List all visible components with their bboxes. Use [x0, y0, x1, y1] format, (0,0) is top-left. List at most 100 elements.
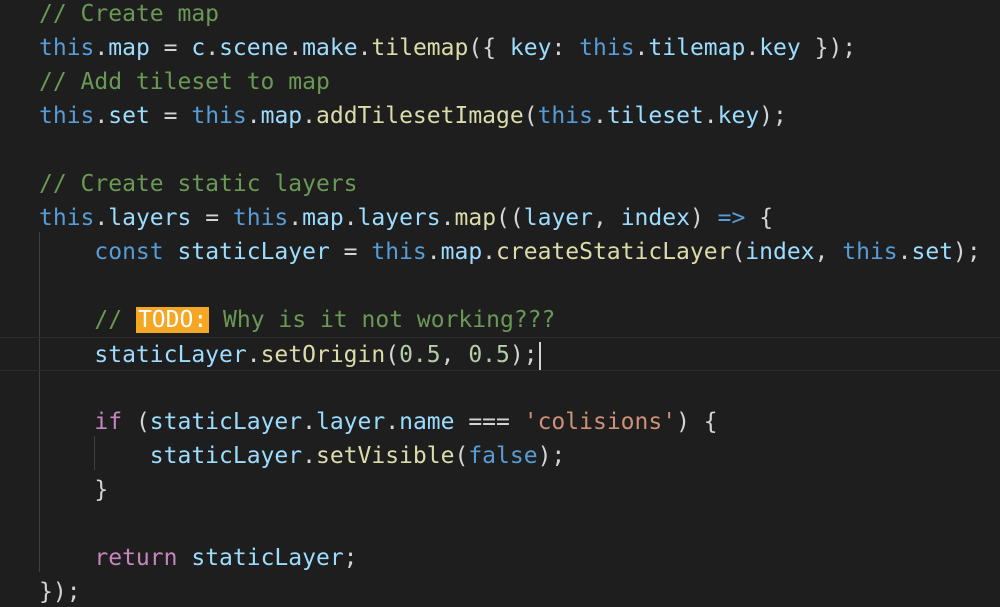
code-line[interactable]: if (staticLayer.layer.name === 'colision… [0, 405, 1000, 439]
code-token: staticLayer [94, 342, 247, 368]
code-token: staticLayer [177, 239, 330, 265]
code-token: Why is it not working??? [209, 307, 556, 333]
code-token: . [357, 35, 372, 61]
code-token: . [246, 342, 261, 368]
code-line[interactable]: // Add tileset to map [0, 65, 1000, 99]
code-token: , [814, 239, 843, 265]
code-token: . [745, 35, 760, 61]
code-token: scene [219, 35, 289, 61]
code-line[interactable]: this.map = c.scene.make.tilemap({ key: t… [0, 31, 1000, 65]
code-token: . [897, 239, 912, 265]
code-token: addTilesetImage [316, 103, 524, 129]
code-token: name [399, 409, 455, 435]
code-line[interactable]: return staticLayer; [0, 541, 1000, 575]
code-token: layer [523, 205, 593, 231]
code-token: this [537, 103, 593, 129]
code-token: setVisible [315, 443, 455, 469]
code-token: set [108, 103, 150, 129]
code-token: . [343, 205, 358, 231]
code-line[interactable] [0, 133, 1000, 167]
code-line[interactable]: // TODO: Why is it not working??? [0, 303, 1000, 337]
code-token: // [39, 307, 136, 333]
code-token: this [232, 205, 289, 231]
text-cursor [538, 341, 541, 370]
code-token: index [745, 239, 815, 265]
code-token: ); [509, 342, 538, 368]
code-line[interactable]: this.layers = this.map.layers.map((layer… [0, 201, 1000, 235]
code-token: . [246, 103, 261, 129]
code-token: . [426, 239, 441, 265]
code-token: , [440, 342, 469, 368]
code-token: index [620, 205, 690, 231]
code-token: this [39, 103, 95, 129]
code-token: . [482, 239, 497, 265]
code-token: . [385, 409, 400, 435]
code-token: make [302, 35, 358, 61]
code-line[interactable]: staticLayer.setOrigin(0.5, 0.5); [0, 337, 1000, 371]
code-line[interactable]: // Create map [0, 0, 1000, 31]
code-token: === [454, 409, 524, 435]
code-token: tilemap [648, 35, 746, 61]
code-line[interactable] [0, 507, 1000, 541]
code-token: . [634, 35, 649, 61]
code-token: return [94, 545, 178, 571]
code-token: }); [800, 35, 857, 61]
code-token: this [191, 103, 247, 129]
code-line[interactable]: const staticLayer = this.map.createStati… [0, 235, 1000, 269]
code-token: ); [759, 103, 787, 129]
code-token: = [191, 205, 233, 231]
code-token: // Create map [39, 1, 220, 27]
code-token: ( [523, 103, 538, 129]
code-token: }); [39, 579, 81, 605]
code-token: staticLayer [149, 443, 303, 469]
code-token: map [108, 35, 150, 61]
code-line[interactable]: this.set = this.map.addTilesetImage(this… [0, 99, 1000, 133]
code-token: . [288, 35, 303, 61]
code-token: key [509, 35, 552, 61]
code-token: => [717, 205, 746, 231]
code-token: . [703, 103, 718, 129]
code-token: ( [385, 342, 400, 368]
code-token: . [440, 205, 455, 231]
code-token: . [94, 35, 109, 61]
code-token: = [149, 35, 192, 61]
code-token: , [593, 205, 621, 231]
code-token: map [454, 205, 497, 231]
code-token: this [39, 35, 95, 61]
code-token: // Create static layers [39, 171, 358, 197]
code-line[interactable]: }); [0, 575, 1000, 607]
code-token: staticLayer [191, 545, 344, 571]
code-line[interactable]: // Create static layers [0, 167, 1000, 201]
code-line[interactable]: staticLayer.setVisible(false); [0, 439, 1000, 473]
code-token: // Add tileset to map [39, 69, 330, 95]
code-token: setOrigin [260, 342, 386, 368]
code-line[interactable] [0, 269, 1000, 303]
code-token: . [288, 205, 303, 231]
code-line[interactable]: } [0, 473, 1000, 507]
code-token: map [260, 103, 303, 129]
code-token: ( [731, 239, 746, 265]
code-token: ( [122, 409, 150, 435]
code-token: . [302, 443, 316, 469]
code-editor[interactable]: // Create map this.map = c.scene.make.til… [0, 0, 1000, 607]
code-token: map [302, 205, 344, 231]
code-token: = [329, 239, 372, 265]
code-token: layers [108, 205, 192, 231]
code-token: tilemap [371, 35, 469, 61]
code-token: . [302, 103, 316, 129]
code-token: : [551, 35, 580, 61]
code-line[interactable] [0, 371, 1000, 405]
code-token: this [39, 205, 95, 231]
code-token: 0.5 [468, 342, 510, 368]
code-token: key [759, 35, 801, 61]
code-token: . [94, 205, 109, 231]
code-token: this [371, 239, 427, 265]
code-token: . [302, 409, 316, 435]
code-token: tileset [606, 103, 704, 129]
